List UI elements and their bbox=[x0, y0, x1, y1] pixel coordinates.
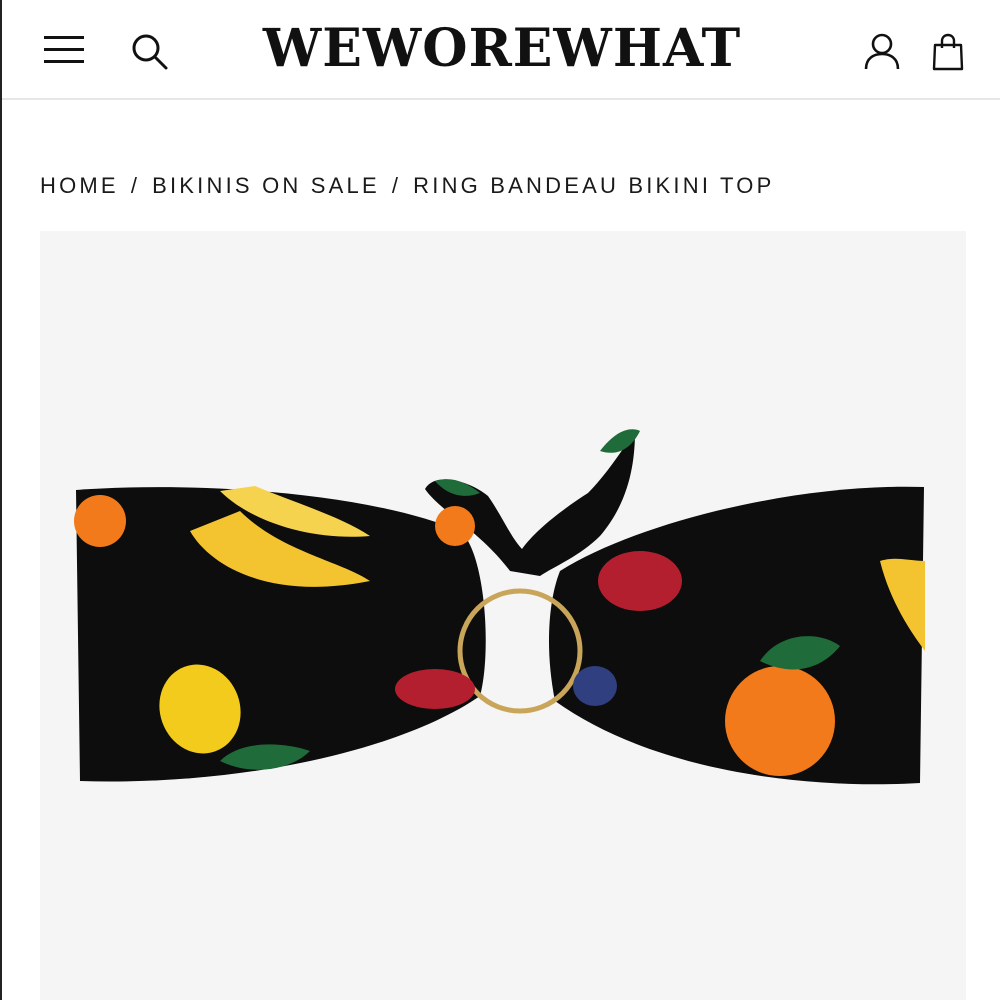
search-button[interactable] bbox=[122, 24, 178, 80]
breadcrumb-separator: / bbox=[130, 173, 141, 198]
orange-print bbox=[435, 506, 475, 546]
menu-button[interactable] bbox=[36, 24, 92, 76]
orange-print bbox=[74, 495, 126, 547]
cart-button[interactable] bbox=[922, 24, 974, 80]
breadcrumb-bikinis-on-sale-link[interactable]: BIKINIS ON SALE bbox=[152, 173, 380, 199]
breadcrumb-current-page: RING BANDEAU BIKINI TOP bbox=[413, 173, 775, 198]
shopping-bag-icon bbox=[932, 33, 964, 71]
breadcrumb-home-link[interactable]: HOME bbox=[40, 173, 119, 199]
search-icon bbox=[132, 34, 168, 70]
product-image[interactable] bbox=[40, 231, 966, 1000]
berry-print bbox=[395, 669, 475, 709]
ring-bandeau-bikini-top-image bbox=[40, 231, 966, 1000]
product-page: WEWOREWHAT HOME / BIKINIS ON SALE / RING… bbox=[0, 0, 1000, 1000]
berry-print bbox=[598, 551, 682, 611]
brand-logo[interactable]: WEWOREWHAT bbox=[202, 12, 802, 86]
account-button[interactable] bbox=[856, 24, 908, 80]
breadcrumb-separator: / bbox=[391, 173, 402, 198]
user-account-icon bbox=[864, 33, 900, 70]
orange-print bbox=[725, 666, 835, 776]
breadcrumb: HOME / BIKINIS ON SALE / RING BANDEAU BI… bbox=[40, 168, 774, 204]
site-header: WEWOREWHAT bbox=[2, 0, 1000, 100]
berry-print bbox=[573, 666, 617, 706]
hamburger-menu-icon bbox=[44, 36, 84, 63]
